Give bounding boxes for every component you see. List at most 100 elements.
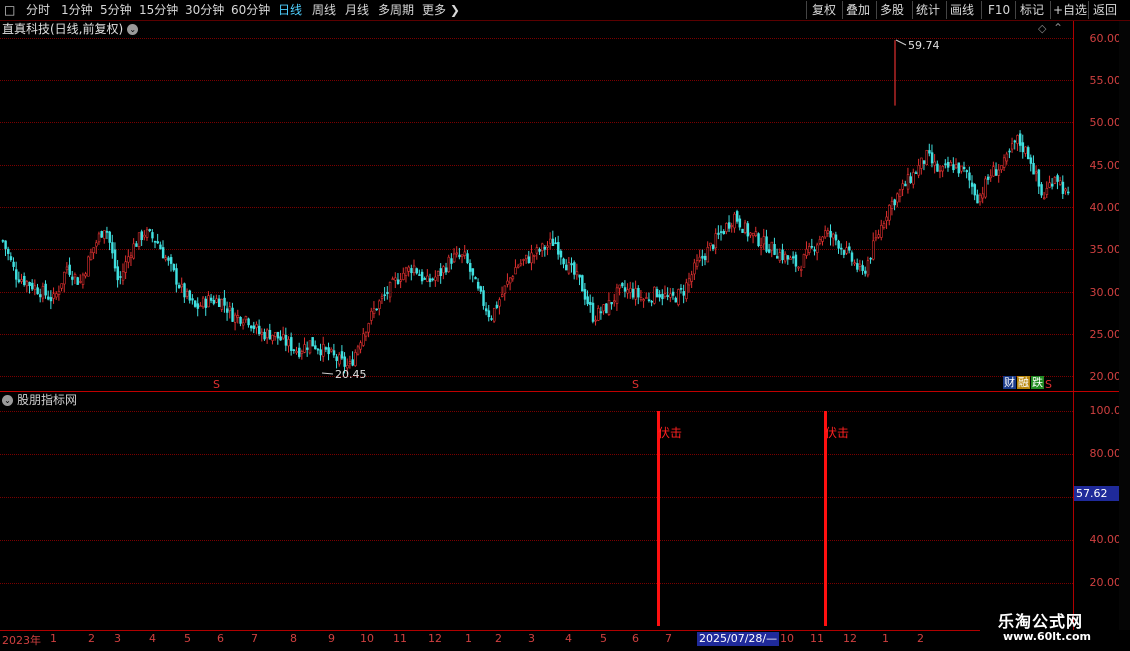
candle-body: [298, 347, 301, 357]
candle-body: [930, 152, 934, 164]
candle-body: [759, 245, 763, 248]
time-tick: 6: [632, 632, 639, 645]
candle-body: [12, 261, 15, 267]
time-tick: 10: [360, 632, 374, 645]
signal-bar: [657, 411, 660, 626]
candle-body: [813, 249, 816, 252]
candle-body: [535, 247, 539, 254]
candle-body: [1010, 143, 1014, 150]
candle-body: [335, 356, 338, 361]
candle-body: [386, 291, 389, 294]
candle-body: [372, 308, 376, 314]
candle-body: [976, 194, 979, 204]
candle-body: [666, 295, 669, 297]
candle-body: [858, 263, 862, 267]
candle-body: [824, 230, 827, 238]
candle-body: [444, 267, 448, 273]
candle-body: [1024, 146, 1027, 154]
candle-body: [271, 334, 274, 341]
time-tick: 5: [184, 632, 191, 645]
candle-body: [709, 242, 712, 247]
back-button[interactable]: 返回: [1093, 0, 1117, 20]
candle-body: [92, 247, 95, 254]
time-tick: 7: [251, 632, 258, 645]
candle-body: [180, 283, 184, 288]
candle-body: [890, 200, 894, 209]
candle-body: [757, 233, 760, 246]
right-scroll-strip[interactable]: [1119, 21, 1130, 630]
candle-body: [506, 280, 509, 285]
candle-body: [223, 297, 226, 306]
candle-body: [583, 289, 587, 300]
candle-body: [989, 175, 993, 179]
candle-body: [541, 243, 544, 251]
time-tick: 3: [114, 632, 121, 645]
margin-badge[interactable]: 融: [1017, 376, 1030, 389]
candle-body: [613, 300, 616, 303]
price-tick: 25.00: [1089, 328, 1122, 341]
time-tick: 10: [780, 632, 794, 645]
candle-body: [31, 282, 34, 290]
candle-body: [476, 281, 480, 289]
candle-body: [338, 354, 341, 365]
candle-body: [906, 174, 910, 190]
low-annotation: 20.45: [321, 368, 367, 381]
drop-badge[interactable]: 跌: [1031, 376, 1044, 389]
candle-body: [674, 297, 678, 303]
candle-body: [1059, 180, 1062, 185]
candle-body: [255, 324, 258, 328]
candle-body: [730, 225, 734, 227]
price-tick: 30.00: [1089, 286, 1122, 299]
candle-body: [960, 165, 963, 172]
candle-body: [1064, 188, 1067, 192]
candle-body: [853, 262, 856, 265]
finance-badge[interactable]: 财: [1003, 376, 1016, 389]
candle-body: [1056, 175, 1059, 182]
candle-body: [266, 329, 269, 339]
high-annotation: 59.74: [895, 39, 940, 52]
candle-body: [1045, 188, 1049, 195]
candle-body: [356, 346, 360, 355]
candle-body: [20, 279, 23, 282]
candle-body: [952, 164, 955, 171]
candle-body: [314, 345, 317, 350]
candle-body: [60, 283, 63, 289]
candle-body: [933, 161, 936, 166]
time-axis[interactable]: 2023年 1 2 3 4 5 6 7 8 9 10 11 12 1 2 3 4…: [0, 630, 980, 651]
candle-body: [215, 298, 218, 303]
candle-body: [986, 176, 990, 180]
candlestick-chart[interactable]: 59.74 20.45 S S S: [0, 0, 1073, 392]
candle-body: [912, 172, 915, 185]
candle-body: [698, 256, 702, 261]
candle-body: [925, 150, 928, 166]
candle-body: [239, 316, 242, 324]
candle-body: [204, 298, 208, 308]
candle-body: [695, 260, 699, 267]
candle-body: [1026, 147, 1030, 160]
candle-body: [984, 178, 987, 198]
candle-body: [159, 244, 162, 250]
candle-body: [292, 349, 296, 352]
candle-body: [177, 285, 181, 288]
candle-body: [914, 172, 918, 174]
candle-body: [156, 241, 160, 244]
candle-body: [645, 297, 648, 299]
watermark-title: 乐淘公式网: [998, 612, 1084, 631]
candle-body: [1005, 153, 1009, 162]
candle-body: [183, 283, 186, 298]
candle-body: [994, 169, 998, 176]
candle-body: [832, 233, 835, 239]
candle-body: [434, 276, 437, 281]
candle-body: [311, 337, 314, 347]
candle-body: [565, 264, 568, 271]
candle-body: [589, 301, 592, 306]
candle-body: [738, 218, 742, 228]
candle-body: [896, 193, 899, 203]
indicator-chart[interactable]: 伏击 伏击: [0, 392, 1073, 630]
candle-body: [946, 161, 950, 168]
time-tick: 1: [50, 632, 57, 645]
candle-body: [816, 244, 819, 253]
candle-body: [76, 277, 79, 285]
candle-body: [287, 339, 290, 347]
candle-body: [888, 205, 891, 221]
